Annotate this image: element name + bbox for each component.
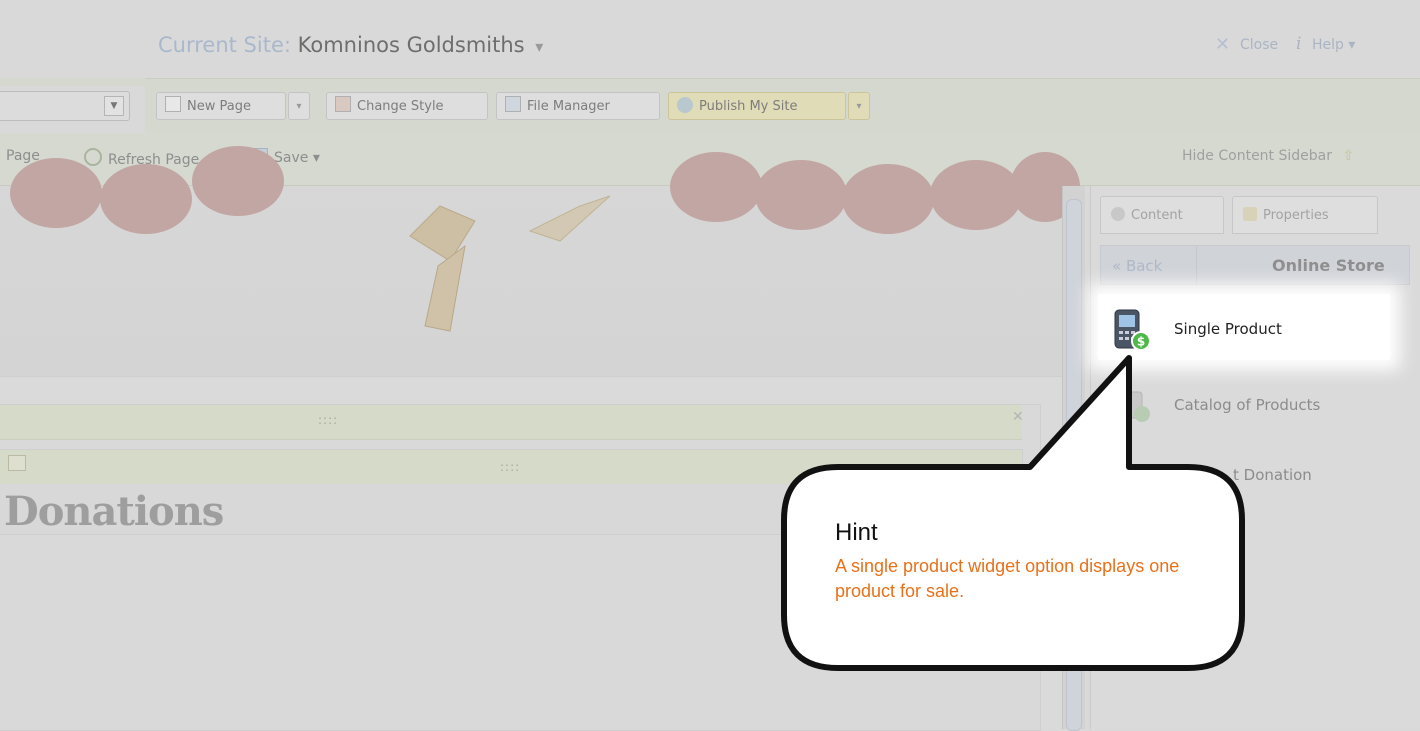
hint-title: Hint bbox=[835, 519, 878, 546]
hint-body: A single product widget option displays … bbox=[835, 556, 1180, 601]
hint-callout bbox=[781, 355, 1245, 671]
